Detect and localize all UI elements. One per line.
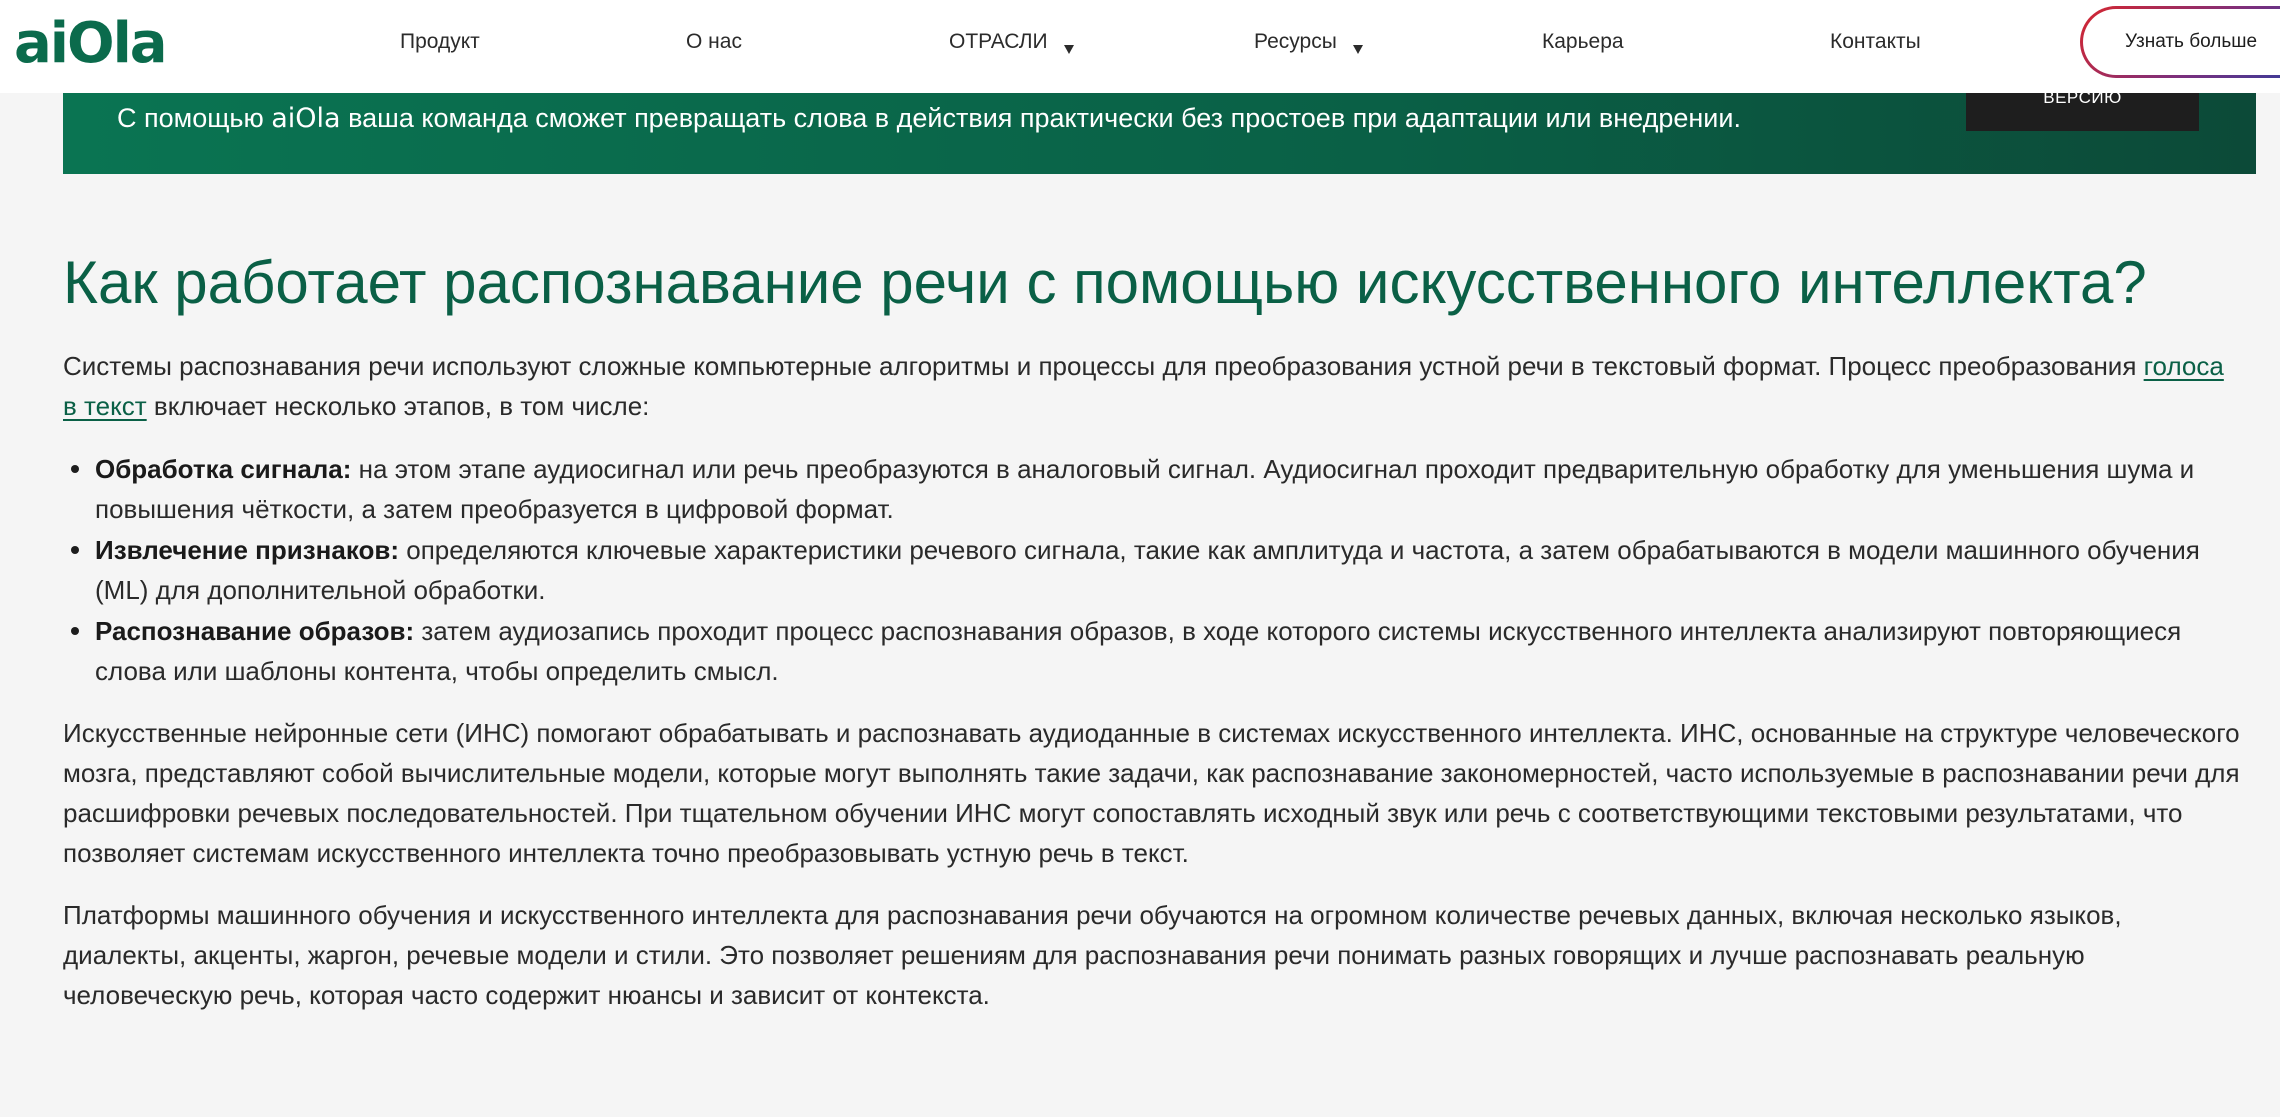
list-item: Распознавание образов: затем аудиозапись… (71, 611, 2253, 691)
nav-item-about[interactable]: О нас (686, 30, 742, 54)
nav-item-product[interactable]: Продукт (400, 30, 480, 54)
paragraph-text: включает несколько этапов, в том числе: (146, 391, 650, 421)
nav-item-label: Продукт (400, 30, 480, 53)
banner-cta-button[interactable]: ВЕРСИЮ (1966, 93, 2199, 131)
nav-item-label: Ресурсы (1254, 30, 1337, 53)
step-term: Обработка сигнала: (95, 454, 352, 484)
caret-down-icon (1352, 45, 1363, 54)
nav-item-label: ОТРАСЛИ (949, 30, 1048, 53)
nav-item-label: Карьера (1542, 30, 1624, 53)
banner-text: С помощью aiOla ваша команда сможет прев… (117, 103, 1741, 134)
banner-brand: aiOla (271, 103, 341, 134)
step-term: Извлечение признаков: (95, 535, 400, 565)
banner-text-part: С помощью (117, 103, 272, 133)
step-text: определяются ключевые характеристики реч… (95, 535, 2200, 605)
site-header: aiOla Продукт О нас ОТРАСЛИ Ресурсы Карь… (0, 0, 2280, 93)
banner-text-part: ваша команда сможет превращать слова в д… (340, 103, 1741, 133)
step-term: Распознавание образов: (95, 616, 415, 646)
learn-more-button[interactable]: Узнать больше (2080, 6, 2280, 78)
promo-banner: С помощью aiOla ваша команда сможет прев… (63, 93, 2256, 174)
nav-item-label: О нас (686, 30, 742, 53)
nav-item-careers[interactable]: Карьера (1542, 30, 1624, 54)
list-item: Извлечение признаков: определяются ключе… (71, 530, 2253, 610)
section-title: Как работает распознавание речи с помощь… (63, 249, 2147, 316)
ml-platforms-paragraph: Платформы машинного обучения и искусстве… (63, 900, 2122, 1010)
list-item: Обработка сигнала: на этом этапе аудиоси… (71, 449, 2253, 529)
nav-item-resources[interactable]: Ресурсы (1254, 30, 1363, 54)
nav-item-industries[interactable]: ОТРАСЛИ (949, 30, 1074, 54)
paragraph-text: Системы распознавания речи используют сл… (63, 351, 2144, 381)
banner-cta-label: ВЕРСИЮ (2043, 93, 2122, 107)
nav-item-label: Контакты (1830, 30, 1921, 53)
ann-paragraph: Искусственные нейронные сети (ИНС) помог… (63, 718, 2240, 868)
step-text: на этом этапе аудиосигнал или речь преоб… (95, 454, 2195, 524)
steps-list: Обработка сигнала: на этом этапе аудиоси… (63, 449, 2253, 691)
article-body: Как работает распознавание речи с помощь… (63, 244, 2263, 1015)
aiola-logo[interactable]: aiOla (14, 16, 168, 72)
nav-item-contacts[interactable]: Контакты (1830, 30, 1921, 54)
intro-paragraph: Системы распознавания речи используют сл… (63, 346, 2243, 426)
caret-down-icon (1063, 45, 1074, 54)
